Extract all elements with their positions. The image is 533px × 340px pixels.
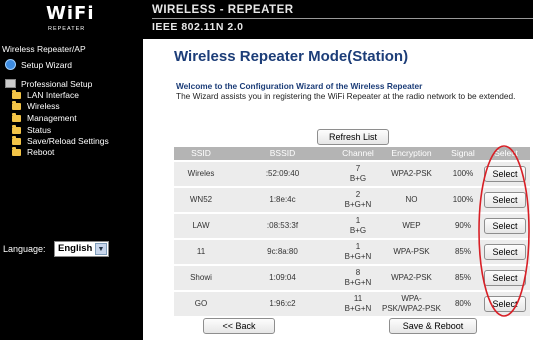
language-label: Language: [3,244,46,254]
sidebar-item-label: Reboot [27,147,55,157]
signal-cell: 85% [454,273,471,282]
ssid-cell: WN52 [189,195,213,204]
bssid-cell: 9c:8a:80 [267,247,298,256]
signal-cell: 85% [454,247,471,256]
globe-icon [5,59,16,70]
sidebar-item-label: Status [27,125,52,135]
encryption-cell-line2: PSK/WPA2-PSK [382,304,441,313]
select-button[interactable]: Select [484,296,526,312]
bssid-cell: 1:09:04 [269,273,296,282]
table-row: Wireles :52:09:40 7 B+G WPA2-PSK 100% Se… [174,162,530,186]
signal-cell: 100% [452,195,474,204]
table-row: 11 9c:8a:80 1 B+G+N WPA-PSK 85% Select [174,240,530,264]
save-reboot-button[interactable]: Save & Reboot [389,318,477,334]
header-subtitle: IEEE 802.11N 2.0 [152,21,244,33]
sidebar-item-label: Save/Reload Settings [27,136,109,146]
folder-icon [12,136,21,145]
channel-cell: 1 [355,242,361,251]
header-title: WIRELESS - REPEATER [152,4,294,16]
select-button[interactable]: Select [484,166,526,182]
select-button[interactable]: Select [484,218,526,234]
column-header-channel: Channel [342,148,374,158]
band-cell: B+G+N [344,252,372,261]
select-button[interactable]: Select [484,270,526,286]
encryption-cell: WPA2-PSK [391,169,432,178]
sidebar-item-label: Professional Setup [21,79,93,89]
ssid-cell: LAW [192,221,210,230]
sidebar: Wireless Repeater/AP Setup Wizard Profes… [0,39,143,340]
column-header-signal: Signal [451,148,475,158]
bssid-cell: 1:96:c2 [269,299,296,308]
band-cell: B+G [349,226,367,235]
sidebar-item-label: Wireless [27,101,60,111]
table-row: Showi 1:09:04 8 B+G+N WPA2-PSK 85% Selec… [174,266,530,290]
signal-cell: 100% [452,169,474,178]
folder-icon [12,101,21,110]
folder-icon [12,113,21,122]
setup-icon [5,79,16,88]
encryption-cell: WPA-PSK [393,247,430,256]
channel-cell: 8 [355,268,361,277]
bssid-cell: :52:09:40 [265,169,300,178]
select-button[interactable]: Select [484,192,526,208]
column-header-encryption: Encryption [391,148,432,158]
refresh-list-button[interactable]: Refresh List [317,129,389,145]
sidebar-item-label: LAN Interface [27,90,79,100]
encryption-cell: WPA- [401,294,422,303]
band-cell: B+G+N [344,278,372,287]
signal-cell: 90% [454,221,471,230]
language-select-value: English [58,243,93,254]
logo: WiFi REPEATER [0,0,143,39]
channel-cell: 7 [355,164,361,173]
page-title: Wireless Repeater Mode(Station) [174,48,409,65]
table-header: SSID BSSID Channel Encryption Signal Sel… [174,147,530,160]
column-header-bssid: BSSID [269,148,296,158]
sidebar-item-label: Management [27,113,77,123]
ssid-cell: GO [194,299,208,308]
folder-icon [12,90,21,99]
channel-cell: 1 [355,216,361,225]
table-row: WN52 1:8e:4c 2 B+G+N NO 100% Select [174,188,530,212]
logo-text: WiFi [46,3,95,24]
band-cell: B+G+N [344,304,372,313]
ssid-cell: Wireles [187,169,215,178]
bssid-cell: 1:8e:4c [269,195,296,204]
folder-icon [12,125,21,134]
header: WiFi REPEATER WIRELESS - REPEATER IEEE 8… [0,0,533,39]
column-header-select: Select [494,148,518,158]
sidebar-heading: Wireless Repeater/AP [2,44,86,54]
encryption-cell: WEP [402,221,421,230]
logo-subtext: REPEATER [48,26,86,32]
encryption-cell: NO [405,195,418,204]
table-row: LAW :08:53:3f 1 B+G WEP 90% Select [174,214,530,238]
sidebar-item-label: Setup Wizard [21,60,73,70]
signal-cell: 80% [454,299,471,308]
band-cell: B+G+N [344,200,372,209]
chevron-down-icon[interactable]: ▼ [95,243,107,255]
bssid-cell: :08:53:3f [266,221,299,230]
ssid-cell: 11 [196,247,206,256]
language-select[interactable]: English ▼ [54,241,109,257]
encryption-cell: WPA2-PSK [391,273,432,282]
welcome-text: Welcome to the Configuration Wizard of t… [176,81,423,91]
ssid-cell: Showi [190,273,212,282]
select-button[interactable]: Select [484,244,526,260]
header-divider [152,18,533,19]
main-content: Wireless Repeater Mode(Station) Welcome … [143,39,533,340]
channel-cell: 11 [353,294,363,303]
back-button[interactable]: << Back [203,318,275,334]
channel-cell: 2 [355,190,361,199]
table-row: GO 1:96:c2 11 B+G+N WPA- PSK/WPA2-PSK 80… [174,292,530,316]
column-header-ssid: SSID [191,148,211,158]
folder-icon [12,147,21,156]
description-text: The Wizard assists you in registering th… [176,91,516,101]
band-cell: B+G [349,174,367,183]
